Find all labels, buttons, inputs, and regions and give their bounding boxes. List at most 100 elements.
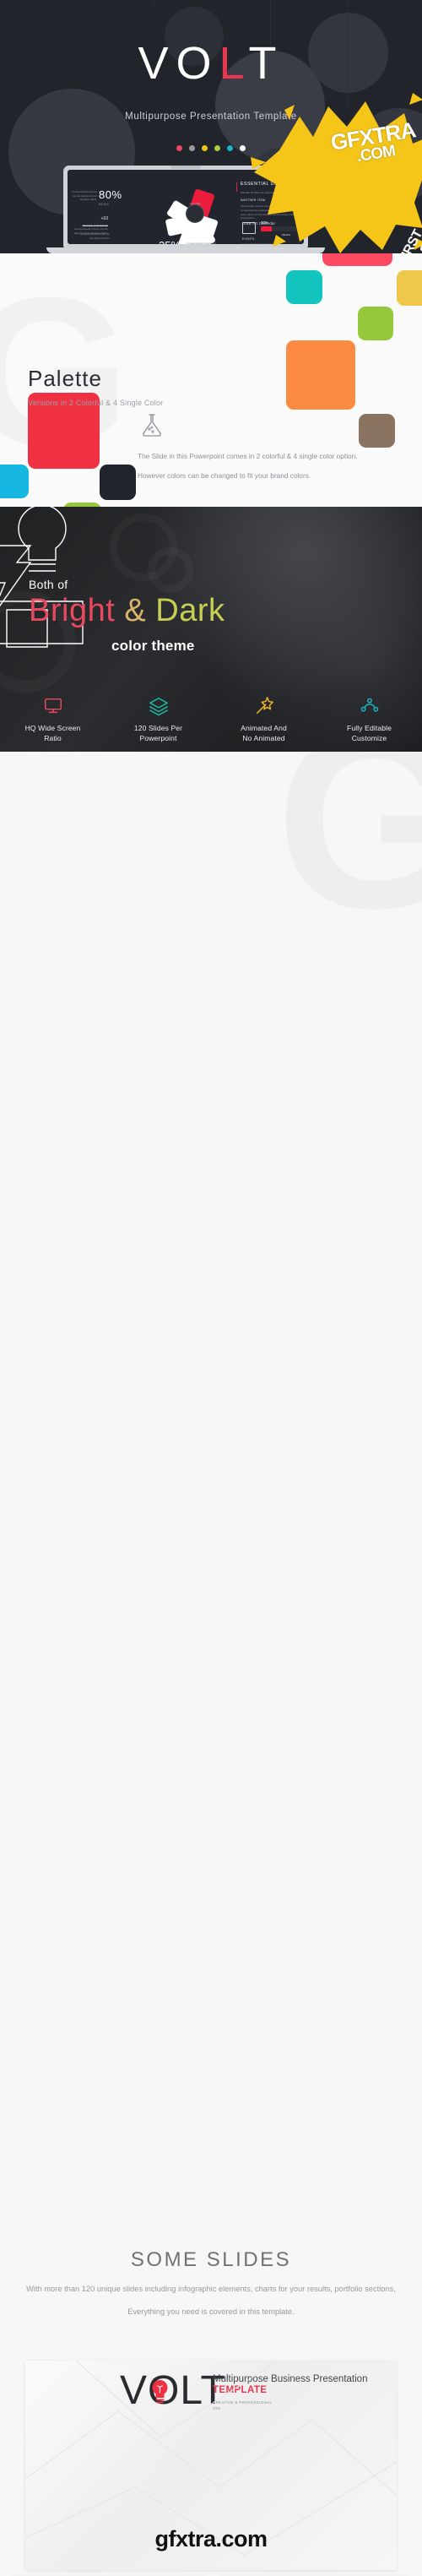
theme-section: Both of Bright & Dark color theme HQ Wid… xyxy=(0,507,422,752)
first-release-label: FIRST RELEASE xyxy=(385,228,422,253)
slides-paragraph-1: With more than 120 unique slides includi… xyxy=(26,2285,396,2293)
slide-note-4: Consectetuetly forever top the alignment… xyxy=(187,242,219,244)
stat-value: 80% xyxy=(99,188,122,201)
page-title: VOLT xyxy=(0,41,422,86)
slides-section: Resizable VectorIcons & Elements Master … xyxy=(0,752,422,2576)
delete-button-label: DELETE xyxy=(282,234,291,236)
slide-heading: ESSENTIAL DESIGN PLAN xyxy=(241,182,304,187)
theme-suffix: color theme xyxy=(111,638,195,654)
feature-label: Animated And No Animated xyxy=(211,723,316,744)
feature-icon-wrap xyxy=(211,694,316,716)
stat-value: +10 xyxy=(100,216,108,221)
slide-stat-35: 35% MUSIC xyxy=(159,238,181,244)
palette-swatch-cyan xyxy=(0,465,29,498)
pen-node-icon xyxy=(360,698,378,712)
monitor-icon xyxy=(44,698,62,714)
hero-subtitle: Multipurpose Presentation Template xyxy=(125,111,297,122)
feature-label-line: Fully Editable xyxy=(347,724,392,732)
slide-stat-80: 80% MUSIC xyxy=(99,187,122,206)
feature-label: 120 Slides Per Powerpoint xyxy=(106,723,211,744)
feature-item: Fully Editable Customize xyxy=(316,694,422,744)
feature-label-line: No Animated xyxy=(242,734,285,743)
flask-icon xyxy=(139,412,165,437)
theme-dark-word: Dark xyxy=(155,593,225,628)
palette-paragraph-1: The Slide in this Powerpoint comes in 2 … xyxy=(138,452,358,460)
laptop-camera xyxy=(170,166,202,169)
delete-button[interactable]: DELETE xyxy=(282,225,290,240)
color-dot-4 xyxy=(227,145,233,151)
pinwheel-chart xyxy=(163,182,227,244)
note-text: Consectetuetly forever top the alignment… xyxy=(72,190,98,202)
laptop-screen: 80% MUSIC Consectetuetly forever top the… xyxy=(68,170,304,244)
theme-amp: & xyxy=(124,593,147,628)
feature-label: Fully Editable Customize xyxy=(316,723,422,744)
feature-item: HQ Wide Screen Ratio xyxy=(0,694,106,744)
preview-page: VOLT Multipurpose Presentation Template … xyxy=(0,0,422,2576)
hero-section: VOLT Multipurpose Presentation Template … xyxy=(0,0,422,253)
note-text: Consectetuetly forever top the alignment… xyxy=(187,242,217,244)
footer-watermark: gfxtra.com xyxy=(154,2526,268,2552)
palette-swatch-green xyxy=(358,307,393,340)
laptop-mockup: 80% MUSIC Consectetuetly forever top the… xyxy=(46,166,325,253)
badge-line-1: FIRST xyxy=(395,227,422,253)
theme-headline: Bright & Dark xyxy=(29,593,225,629)
calendar-icon xyxy=(242,222,256,234)
stat-label: MUSIC xyxy=(99,203,110,206)
theme-bright-word: Bright xyxy=(29,593,116,628)
slide-heading-note: Ultimate architect for proposal & creati… xyxy=(241,190,293,194)
progress-bar xyxy=(261,226,298,231)
palette-swatch-brown xyxy=(359,414,395,448)
background-watermark: G xyxy=(276,752,422,921)
slide-progress: 30% xyxy=(261,220,298,231)
slides-paragraph-2: Everything you need is covered in this t… xyxy=(127,2307,295,2316)
panel-note: Consectetuetly transfer top the alignmen… xyxy=(242,242,277,244)
color-dot-2 xyxy=(202,145,208,151)
progress-value: 30% xyxy=(261,220,268,225)
feature-item: 120 Slides Per Powerpoint xyxy=(106,694,211,744)
feature-icon-wrap xyxy=(106,694,211,716)
feature-label-line: Ratio xyxy=(44,734,62,743)
slides-body: With more than 120 unique slides includi… xyxy=(0,2283,422,2319)
brand-accent-letter: L xyxy=(219,38,249,89)
slides-title: SOME SLIDES xyxy=(130,2248,292,2271)
feature-label-line: Customize xyxy=(351,734,387,743)
note-text: Consectetuetly forever top the alignment… xyxy=(79,232,110,240)
palette-title: Palette xyxy=(28,366,102,391)
brand-suffix: T xyxy=(248,38,284,89)
feature-label: HQ Wide Screen Ratio xyxy=(0,723,106,744)
color-dot-1 xyxy=(189,145,195,151)
color-dot-5 xyxy=(240,145,246,151)
palette-subtitle: Versions in 2 Colorful & 4 Single Color xyxy=(28,399,164,407)
laptop-base xyxy=(46,247,325,253)
slide-stat-smart: +10 SMART CONTENT Consectetuetly forever… xyxy=(69,209,108,235)
laptop-lid: 80% MUSIC Consectetuetly forever top the… xyxy=(63,166,308,247)
palette-section: G Palette Versions in 2 Colorful & 4 Sin… xyxy=(0,253,422,507)
badge-line-2: RELEASE xyxy=(397,234,422,253)
slide-note-1: Consectetuetly forever top the alignment… xyxy=(72,190,97,202)
magic-wand-icon xyxy=(256,697,273,715)
brand-prefix: VO xyxy=(138,38,219,89)
chart-center-label: VOLUME xyxy=(180,202,210,206)
panel-label: EVENTS xyxy=(242,237,255,241)
feature-row-1: HQ Wide Screen Ratio 120 Slides Per Powerp… xyxy=(0,694,422,744)
slide-subheading: ANOTHER ITEM xyxy=(241,198,266,203)
stat-value: 35% xyxy=(159,239,181,244)
feature-item: Animated And No Animated xyxy=(211,694,316,744)
accent-bar xyxy=(236,182,237,192)
palette-paragraph-2: However colors can be changed to fit you… xyxy=(138,470,311,480)
slide-panel-footer: EVENTS Consectetuetly transfer top the a… xyxy=(242,237,280,244)
theme-eyebrow: Both of xyxy=(29,578,68,591)
palette-swatch-orange xyxy=(286,340,355,410)
color-dot-0 xyxy=(176,145,182,151)
feature-icon-wrap xyxy=(316,694,422,716)
slide-note-3: Consectetuetly forever top the alignment… xyxy=(76,232,110,240)
chart-center xyxy=(186,204,204,223)
palette-swatch-teal xyxy=(286,270,322,304)
layers-icon xyxy=(149,698,168,716)
color-dot-3 xyxy=(214,145,220,151)
feature-icon-wrap xyxy=(0,694,106,716)
feature-label-line: Animated And xyxy=(241,724,287,732)
feature-label-line: 120 Slides Per xyxy=(133,724,183,732)
palette-body: The Slide in this Powerpoint comes in 2 … xyxy=(138,451,391,481)
center-label-text: VOLUME xyxy=(189,202,201,205)
